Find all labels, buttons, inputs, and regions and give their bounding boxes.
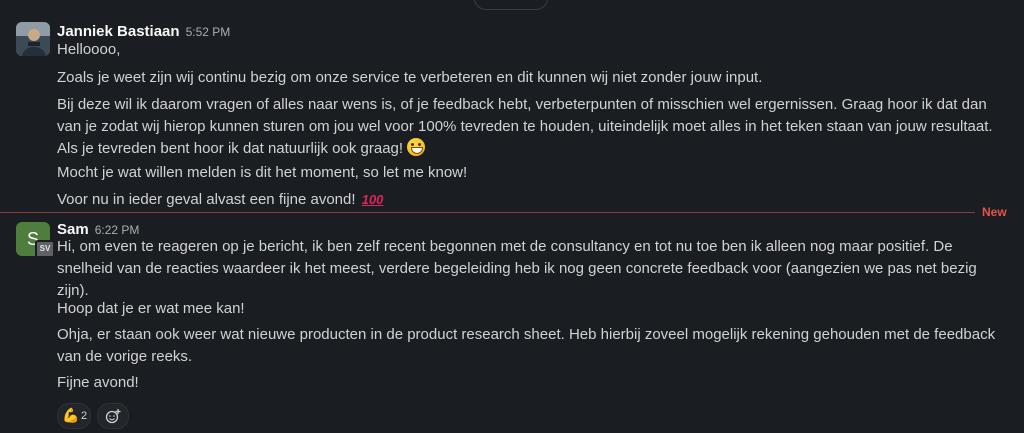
message-paragraph: Fijne avond! [57,374,139,391]
hundred-points-icon: 100 [361,192,384,207]
message-paragraph: Hi, om even te reageren op je bericht, i… [57,238,977,299]
message-paragraph: Helloooo, [57,41,121,58]
avatar[interactable] [16,22,50,56]
new-messages-label: New [982,205,1007,219]
message-paragraph-text: Voor nu in ieder geval alvast een fijne … [57,191,356,208]
add-reaction-icon [105,409,121,424]
message-paragraph: Hoop dat je er wat mee kan! [57,300,245,317]
add-reaction-button[interactable] [97,403,129,429]
message-paragraph: Bij deze wil ik daarom vragen of alles n… [57,94,1012,160]
message-timestamp[interactable]: 5:52 PM [186,25,231,39]
message-paragraph: Mocht je wat willen melden is dit het mo… [57,164,468,181]
message-timestamp[interactable]: 6:22 PM [95,223,140,237]
message-paragraph: Zoals je weet zijn wij continu bezig om … [57,69,763,86]
message-paragraph-text: Bij deze wil ik daarom vragen of alles n… [57,96,993,157]
message-paragraph: Voor nu in ieder geval alvast een fijne … [57,189,1012,211]
grinning-face-icon [407,138,426,156]
avatar-badge: SV [35,240,55,258]
avatar-photo-icon [16,22,50,56]
new-messages-divider [0,212,975,213]
reaction-flexed-biceps[interactable]: 💪 2 [57,403,91,429]
author-name[interactable]: Janniek Bastiaan [57,23,180,40]
reaction-count: 2 [81,410,88,422]
flexed-biceps-icon: 💪 [62,407,80,423]
message-paragraph: Ohja, er staan ook weer wat nieuwe produ… [57,326,996,365]
date-divider-pill[interactable] [474,0,548,10]
